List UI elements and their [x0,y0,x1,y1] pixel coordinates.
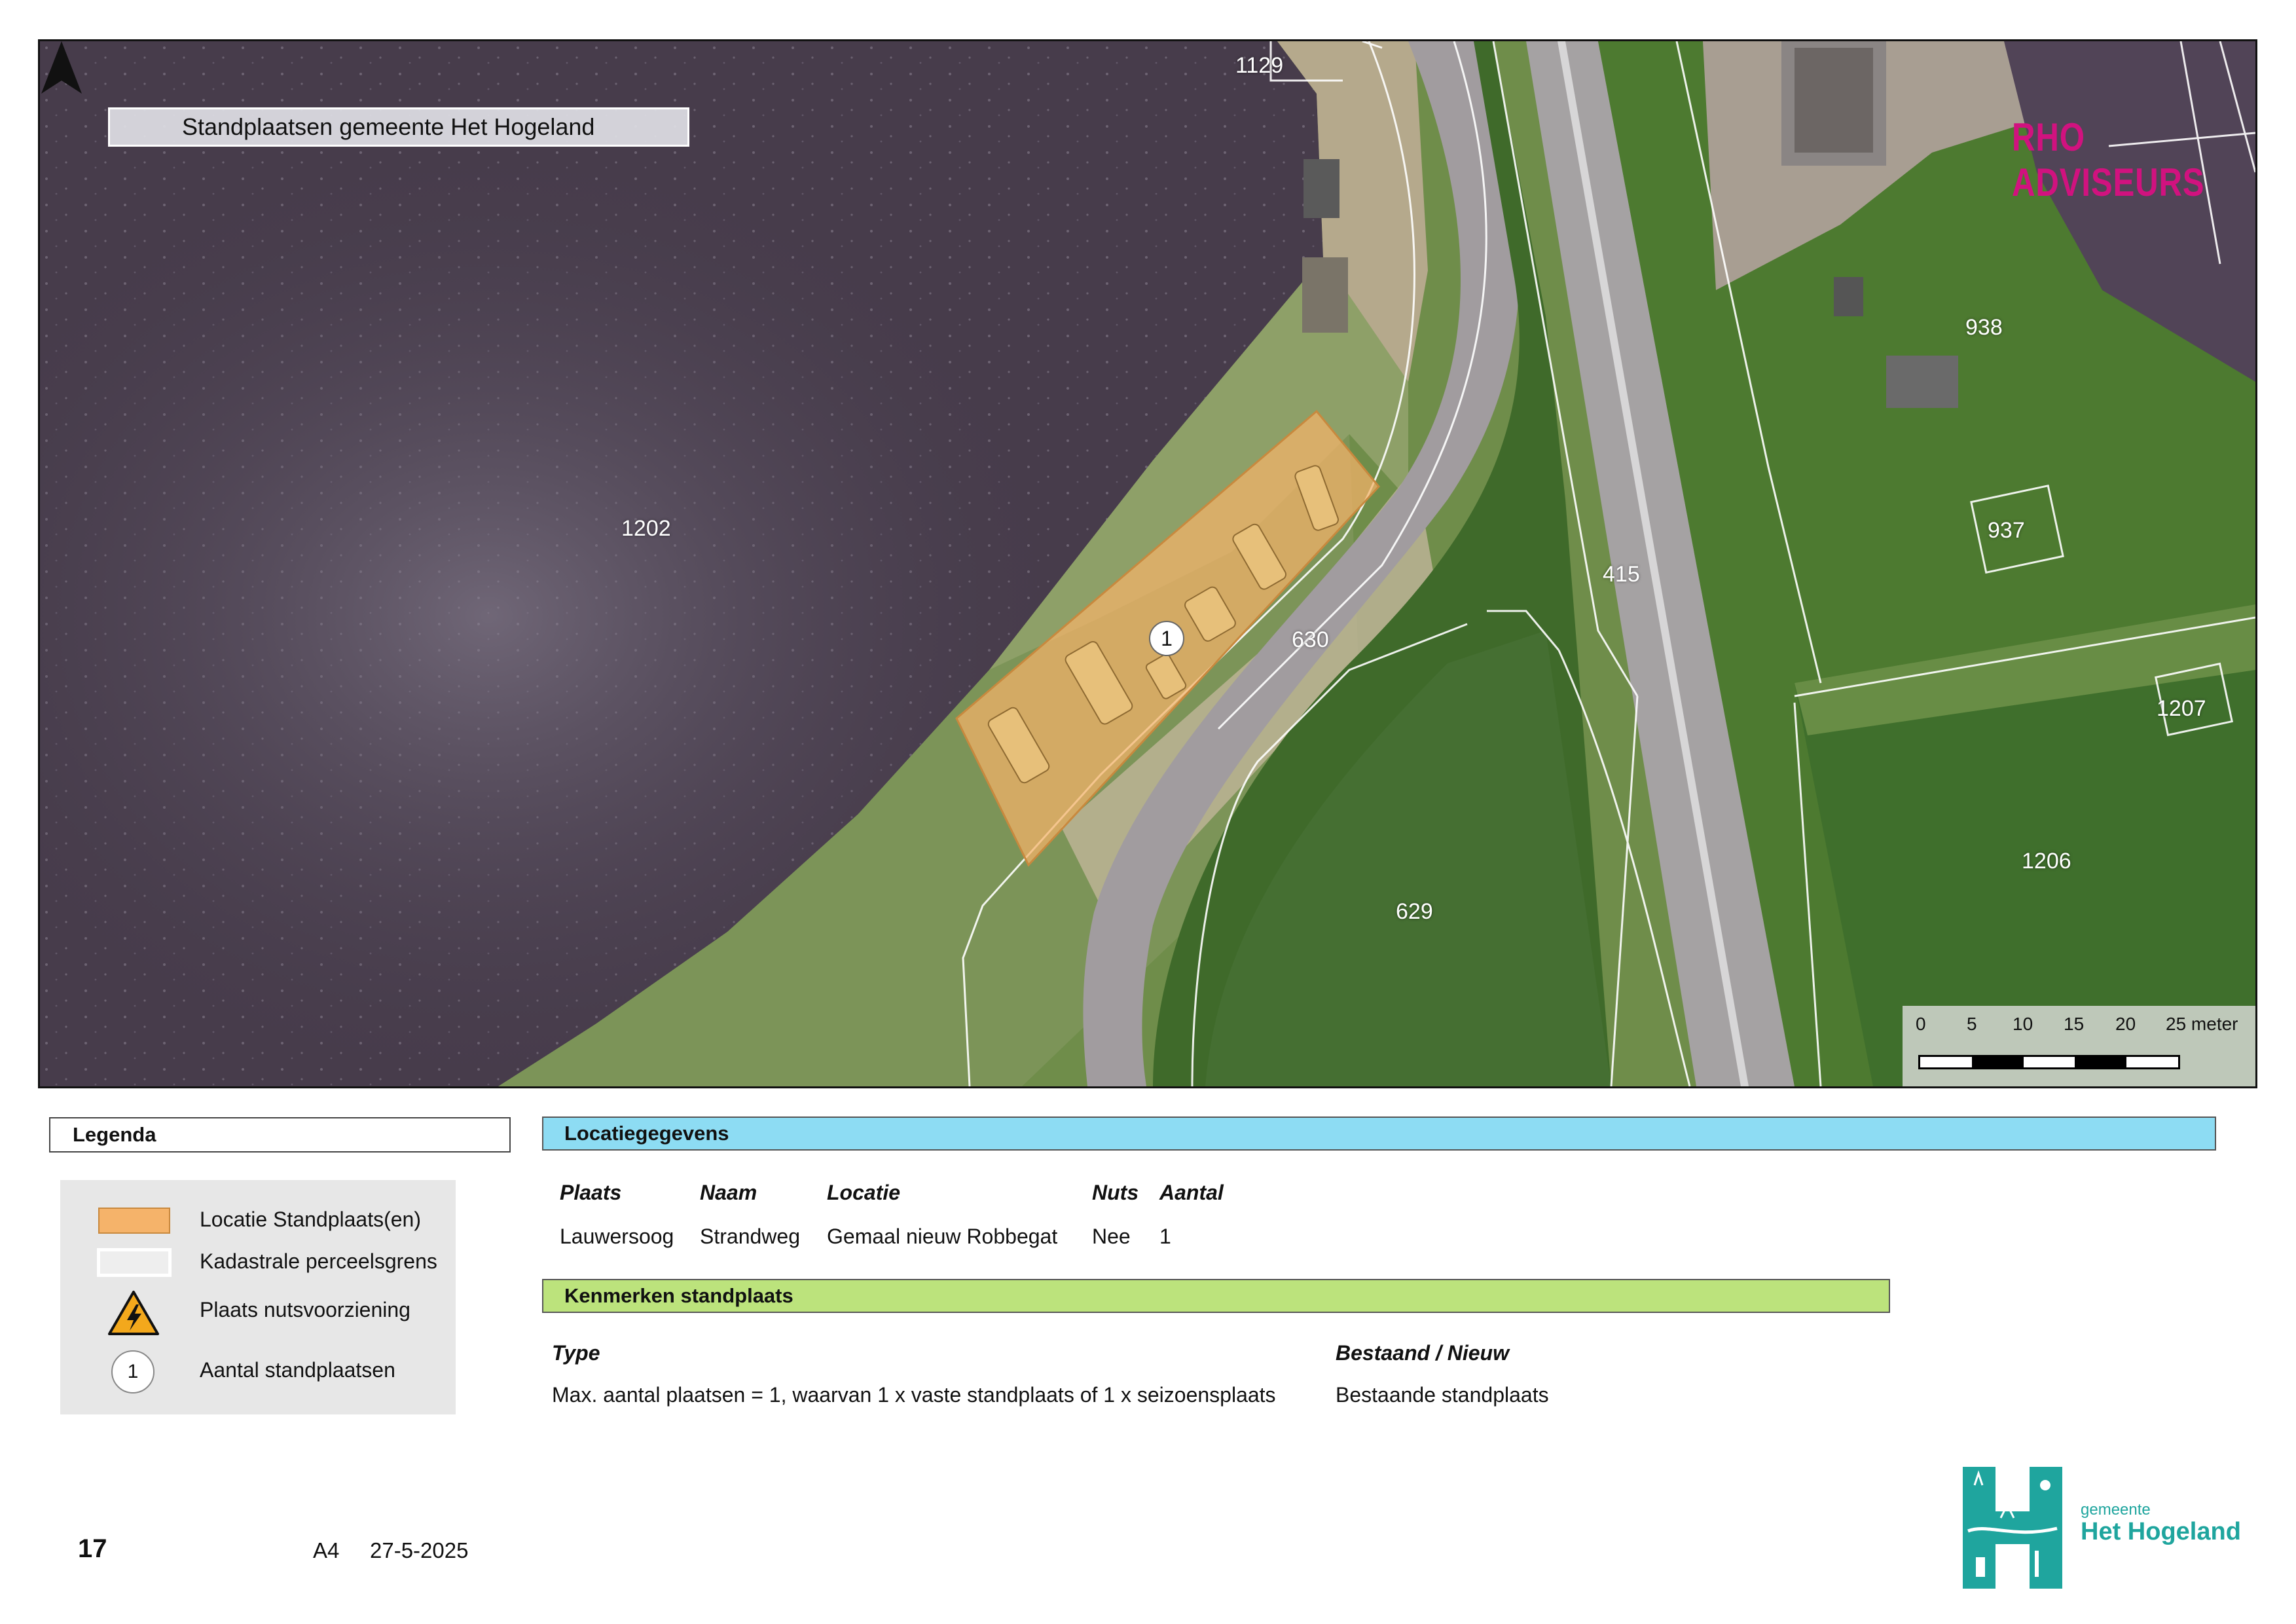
col-header-naam: Naam [700,1181,757,1204]
scale-bar-graphic [1918,1055,2180,1069]
col-header-aantal: Aantal [1159,1181,1224,1204]
col-header-locatie: Locatie [827,1181,901,1204]
north-arrow-icon [41,41,82,94]
rho-adviseurs-brand: RHO ADVISEURS [2012,115,2205,204]
legend-label: Locatie Standplaats(en) [200,1208,421,1231]
page-format: A4 [313,1538,340,1562]
cell-type: Max. aantal plaatsen = 1, waarvan 1 x va… [552,1383,1276,1407]
legend-label: Aantal standplaatsen [200,1358,395,1382]
col-header-type: Type [552,1341,600,1365]
legend-item: Locatie Standplaats(en) [60,1200,456,1239]
parcel-label: 1207 [2157,696,2206,721]
parcel-boundary-swatch [97,1248,172,1277]
parcel-label: 415 [1603,562,1640,587]
scale-tick: 0 [1916,1014,1926,1034]
col-header-bestaand-nieuw: Bestaand / Nieuw [1336,1341,1509,1365]
scale-tick: 15 [2064,1014,2085,1034]
logo-text-het-hogeland: Het Hogeland [2081,1518,2241,1545]
cell-bestaand-nieuw: Bestaande standplaats [1336,1383,1549,1407]
parcel-label: 629 [1396,899,1433,924]
locatie-section-header: Locatiegegevens [542,1116,2216,1151]
standplaats-count-badge[interactable]: 1 [1149,621,1184,656]
cell-locatie: Gemaal nieuw Robbegat [827,1225,1058,1248]
legend-item: 1 Aantal standplaatsen [60,1350,456,1393]
legend-item: Kadastrale perceelsgrens [60,1242,456,1281]
parcel-label: 937 [1988,518,2025,543]
electricity-warning-icon [108,1291,159,1335]
page-number: 17 [78,1534,107,1563]
parcel-label: 1129 [1235,53,1284,78]
legend-label: Plaats nutsvoorziening [200,1298,410,1321]
legend: Locatie Standplaats(en) Kadastrale perce… [60,1180,456,1414]
parcel-label: 938 [1965,315,2003,340]
cell-plaats: Lauwersoog [560,1225,674,1248]
count-symbol: 1 [111,1350,155,1393]
scale-tick: 5 [1967,1014,1977,1034]
scale-bar: 0 5 10 15 20 25 meter [1903,1006,2255,1086]
scale-tick: 25 meter [2166,1014,2238,1034]
legend-item: Plaats nutsvoorziening [60,1290,456,1335]
map-title: Standplaatsen gemeente Het Hogeland [108,107,689,147]
scale-tick: 10 [2013,1014,2033,1034]
aerial-map[interactable]: Standplaatsen gemeente Het Hogeland RHO … [38,39,2257,1088]
parcel-label: 630 [1292,627,1329,652]
legend-label: Kadastrale perceelsgrens [200,1249,437,1273]
het-hogeland-logo-icon [1963,1467,2062,1589]
cell-aantal: 1 [1159,1225,1171,1248]
parcel-label: 1206 [2022,849,2071,874]
cell-naam: Strandweg [700,1225,800,1248]
cell-nuts: Nee [1092,1225,1131,1248]
col-header-plaats: Plaats [560,1181,622,1204]
parcel-label: 1202 [621,516,671,541]
standplaats-swatch [98,1208,170,1234]
scale-tick: 20 [2115,1014,2136,1034]
legend-title: Legenda [49,1117,511,1153]
kenmerken-section-header: Kenmerken standplaats [542,1279,1890,1313]
date: 27-5-2025 [370,1538,469,1562]
aerial-photo [40,41,2255,1086]
col-header-nuts: Nuts [1092,1181,1139,1204]
logo-text-gemeente: gemeente [2081,1501,2151,1519]
